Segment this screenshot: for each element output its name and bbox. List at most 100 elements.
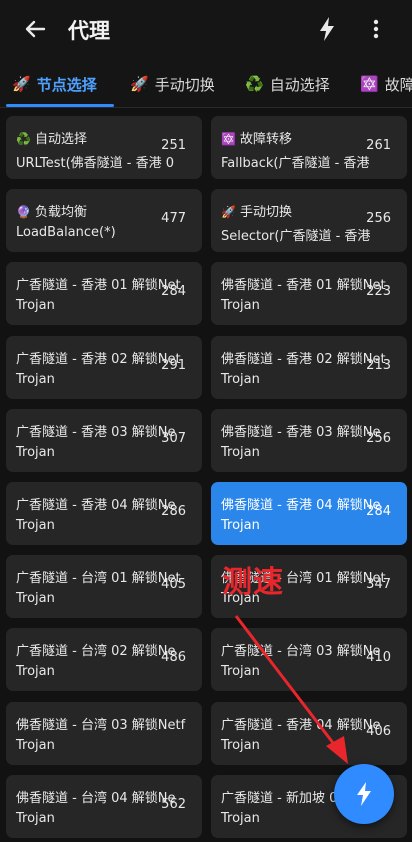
proxy-card[interactable]: 🚀 手动切换 Selector(广香隧道 - 香港 256	[211, 189, 407, 252]
proxy-name-line: 广香隧道 - 新加坡 0	[221, 787, 337, 806]
group-icon: ♻️	[16, 132, 31, 146]
proxy-type: Trojan	[221, 738, 260, 753]
proxy-name: 广香隧道 - 香港 03 解锁Ne	[16, 425, 176, 440]
app-bar: 代理	[0, 0, 412, 58]
proxy-name-line: 佛香隧道 - 台湾 04 解锁Ne	[16, 787, 176, 806]
proxy-type: Trojan	[221, 372, 260, 387]
proxy-delay: 213	[366, 358, 391, 373]
proxy-name: 自动选择	[34, 132, 87, 147]
proxy-card[interactable]: 佛香隧道 - 香港 02 解锁Net Trojan 213	[211, 336, 407, 399]
proxy-delay: 223	[366, 284, 391, 299]
proxy-name: 广香隧道 - 香港 02 解锁Net	[16, 352, 181, 367]
proxy-type: Trojan	[221, 445, 260, 460]
proxy-delay: 251	[161, 138, 186, 153]
proxy-name-line: 🚀 手动切换	[221, 201, 292, 220]
proxy-name: 佛香隧道 - 香港 02 解锁Net	[221, 352, 386, 367]
tab-fallback[interactable]: 🔯 故障	[360, 72, 412, 96]
bolt-icon	[357, 782, 371, 806]
proxy-name: 广香隧道 - 台湾 02 解锁Ne	[16, 644, 176, 659]
proxy-card[interactable]: 佛香隧道 - 香港 04 解锁Ne Trojan 284	[211, 482, 407, 545]
proxy-type: Trojan	[221, 664, 260, 679]
proxy-name: 佛香隧道 - 香港 01 解锁Net	[221, 278, 386, 293]
proxy-type: Trojan	[221, 811, 260, 826]
proxy-name-line: 🔯 故障转移	[221, 128, 292, 147]
proxy-card[interactable]: 🔮 负载均衡 LoadBalance(*) 477	[6, 189, 202, 252]
proxy-delay: 406	[366, 724, 391, 739]
proxy-type: Trojan	[221, 518, 260, 533]
proxy-delay: 307	[161, 431, 186, 446]
proxy-name: 负载均衡	[34, 205, 87, 220]
tab-label: 故障	[384, 75, 412, 94]
proxy-delay: 284	[366, 504, 391, 519]
proxy-name: 佛香隧道 - 台湾 04 解锁Ne	[16, 791, 176, 806]
proxy-name: 广香隧道 - 香港 01 解锁Net	[16, 278, 181, 293]
proxy-name: 佛香隧道 - 香港 04 解锁Ne	[221, 498, 381, 513]
proxy-type: Trojan	[16, 298, 55, 313]
proxy-type: LoadBalance(*)	[16, 225, 116, 240]
proxy-name-line: 佛香隧道 - 台湾 03 解锁Netf	[16, 714, 185, 733]
proxy-card[interactable]: 广香隧道 - 台湾 01 解锁Net Trojan 405	[6, 555, 202, 618]
tab-auto-select[interactable]: ♻️ 自动选择	[245, 72, 330, 96]
proxy-card[interactable]: 广香隧道 - 香港 02 解锁Net Trojan 291	[6, 336, 202, 399]
proxy-card[interactable]: ♻️ 自动选择 URLTest(佛香隧道 - 香港 0 251	[6, 116, 202, 179]
proxy-delay: 284	[161, 284, 186, 299]
annotation-label: 测速	[222, 565, 284, 600]
proxy-name: 广香隧道 - 香港 04 解锁Ne	[221, 718, 381, 733]
tab-bar: 🚀 节点选择 🚀 手动切换 ♻️ 自动选择 🔯 故障	[0, 58, 412, 108]
tab-manual-switch[interactable]: 🚀 手动切换	[130, 72, 215, 96]
tab-label: 节点选择	[36, 75, 97, 94]
proxy-delay: 562	[161, 797, 186, 812]
proxy-name-line: ♻️ 自动选择	[16, 128, 87, 147]
group-icon: 🔯	[221, 132, 236, 146]
proxy-card[interactable]: 广香隧道 - 香港 01 解锁Net Trojan 284	[6, 262, 202, 325]
proxy-name: 手动切换	[239, 205, 292, 220]
tab-node-select[interactable]: 🚀 节点选择	[12, 72, 97, 96]
proxy-name-line: 佛香隧道 - 香港 02 解锁Net	[221, 348, 386, 367]
proxy-card[interactable]: 广香隧道 - 香港 04 解锁Ne Trojan 286	[6, 482, 202, 545]
back-arrow-icon[interactable]	[18, 12, 52, 46]
more-vertical-icon[interactable]	[364, 14, 388, 44]
proxy-name: 佛香隧道 - 香港 03 解锁Ne	[221, 425, 381, 440]
proxy-name: 广香隧道 - 台湾 03 解锁Ne	[221, 644, 381, 659]
proxy-name: 广香隧道 - 台湾 01 解锁Net	[16, 571, 181, 586]
proxy-name-line: 广香隧道 - 香港 01 解锁Net	[16, 274, 181, 293]
speed-test-fab[interactable]	[334, 764, 394, 824]
tab-label: 自动选择	[269, 75, 330, 94]
proxy-delay: 291	[161, 358, 186, 373]
proxy-name-line: 佛香隧道 - 香港 04 解锁Ne	[221, 494, 381, 513]
star-of-david-icon: 🔯	[360, 75, 379, 93]
proxy-type: Trojan	[16, 372, 55, 387]
proxy-name-line: 广香隧道 - 香港 02 解锁Net	[16, 348, 181, 367]
rocket-icon: 🚀	[12, 75, 31, 93]
proxy-name-line: 广香隧道 - 香港 03 解锁Ne	[16, 421, 176, 440]
proxy-type: Trojan	[16, 738, 55, 753]
page-title: 代理	[68, 19, 110, 43]
proxy-card[interactable]: 广香隧道 - 香港 03 解锁Ne Trojan 307	[6, 409, 202, 472]
group-icon: 🔮	[16, 205, 31, 219]
bolt-icon[interactable]	[314, 15, 340, 43]
proxy-name: 佛香隧道 - 台湾 03 解锁Netf	[16, 718, 186, 733]
proxy-type: Trojan	[221, 298, 260, 313]
proxy-card[interactable]: 广香隧道 - 台湾 02 解锁Ne Trojan 486	[6, 628, 202, 691]
proxy-name-line: 佛香隧道 - 香港 01 解锁Net	[221, 274, 386, 293]
proxy-type: Fallback(广香隧道 - 香港	[221, 156, 370, 171]
proxy-name: 广香隧道 - 香港 04 解锁Ne	[16, 498, 176, 513]
proxy-card[interactable]: 佛香隧道 - 香港 03 解锁Ne Trojan 256	[211, 409, 407, 472]
proxy-delay: 256	[366, 431, 391, 446]
proxy-card[interactable]: 广香隧道 - 香港 04 解锁Ne Trojan 406	[211, 702, 407, 765]
proxy-card[interactable]: 佛香隧道 - 香港 01 解锁Net Trojan 223	[211, 262, 407, 325]
recycle-icon: ♻️	[245, 75, 264, 93]
proxy-card[interactable]: 佛香隧道 - 台湾 04 解锁Ne Trojan 562	[6, 775, 202, 838]
proxy-name: 广香隧道 - 新加坡 0	[221, 791, 338, 806]
proxy-delay: 347	[366, 577, 391, 592]
rocket-icon: 🚀	[130, 75, 149, 93]
proxy-card[interactable]: 佛香隧道 - 台湾 03 解锁Netf Trojan	[6, 702, 202, 765]
proxy-card[interactable]: 🔯 故障转移 Fallback(广香隧道 - 香港 261	[211, 116, 407, 179]
proxy-delay: 286	[161, 504, 186, 519]
proxy-delay: 486	[161, 650, 186, 665]
proxy-type: Trojan	[16, 518, 55, 533]
tab-label: 手动切换	[154, 75, 215, 94]
proxy-card[interactable]: 广香隧道 - 台湾 03 解锁Ne Trojan 410	[211, 628, 407, 691]
proxy-type: Trojan	[16, 445, 55, 460]
proxy-name-line: 广香隧道 - 台湾 03 解锁Ne	[221, 640, 381, 659]
